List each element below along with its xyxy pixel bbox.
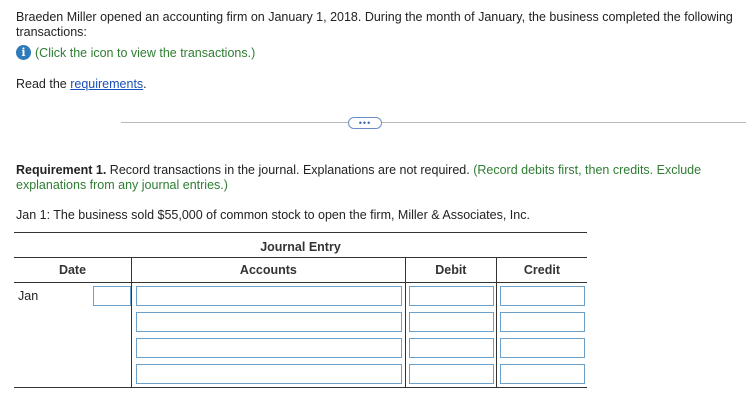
requirement-label: Requirement 1. xyxy=(16,163,107,177)
header-date: Date xyxy=(14,257,132,283)
month-label: Jan xyxy=(18,289,39,303)
view-transactions-row[interactable]: i (Click the icon to view the transactio… xyxy=(16,45,255,60)
read-requirements-row: Read the requirements. xyxy=(16,77,147,91)
journal-title: Journal Entry xyxy=(260,240,341,254)
account-input[interactable] xyxy=(136,286,402,306)
transaction-text: Jan 1: The business sold $55,000 of comm… xyxy=(16,208,530,222)
requirements-link[interactable]: requirements xyxy=(70,77,143,91)
debit-input[interactable] xyxy=(408,312,494,332)
day-input[interactable] xyxy=(93,286,131,306)
journal-entry-table: Journal Entry Date Accounts Debit Credit… xyxy=(14,232,587,388)
credit-input[interactable] xyxy=(499,312,585,332)
requirement-body: Record transactions in the journal. Expl… xyxy=(106,163,474,177)
header-accounts: Accounts xyxy=(131,257,406,283)
debit-input[interactable] xyxy=(408,286,494,306)
credit-input[interactable] xyxy=(499,364,585,384)
journal-row xyxy=(14,361,587,388)
debit-input[interactable] xyxy=(408,364,494,384)
credit-input[interactable] xyxy=(499,286,585,306)
debit-input[interactable] xyxy=(408,338,494,358)
journal-row xyxy=(14,335,587,361)
credit-input[interactable] xyxy=(499,338,585,358)
header-credit: Credit xyxy=(495,257,587,283)
account-input[interactable] xyxy=(136,338,402,358)
account-input[interactable] xyxy=(136,364,402,384)
header-debit: Debit xyxy=(404,257,497,283)
problem-intro: Braeden Miller opened an accounting firm… xyxy=(16,10,733,39)
read-suffix: . xyxy=(143,77,147,91)
read-prefix: Read the xyxy=(16,77,71,91)
account-input[interactable] xyxy=(136,312,402,332)
journal-row: Jan xyxy=(14,282,587,309)
view-transactions-link[interactable]: (Click the icon to view the transactions… xyxy=(35,46,255,60)
requirement-text: Requirement 1. Record transactions in th… xyxy=(16,163,740,193)
info-icon[interactable]: i xyxy=(16,45,31,60)
journal-row xyxy=(14,309,587,335)
section-divider xyxy=(121,122,746,123)
more-options-button[interactable]: ••• xyxy=(348,117,382,129)
